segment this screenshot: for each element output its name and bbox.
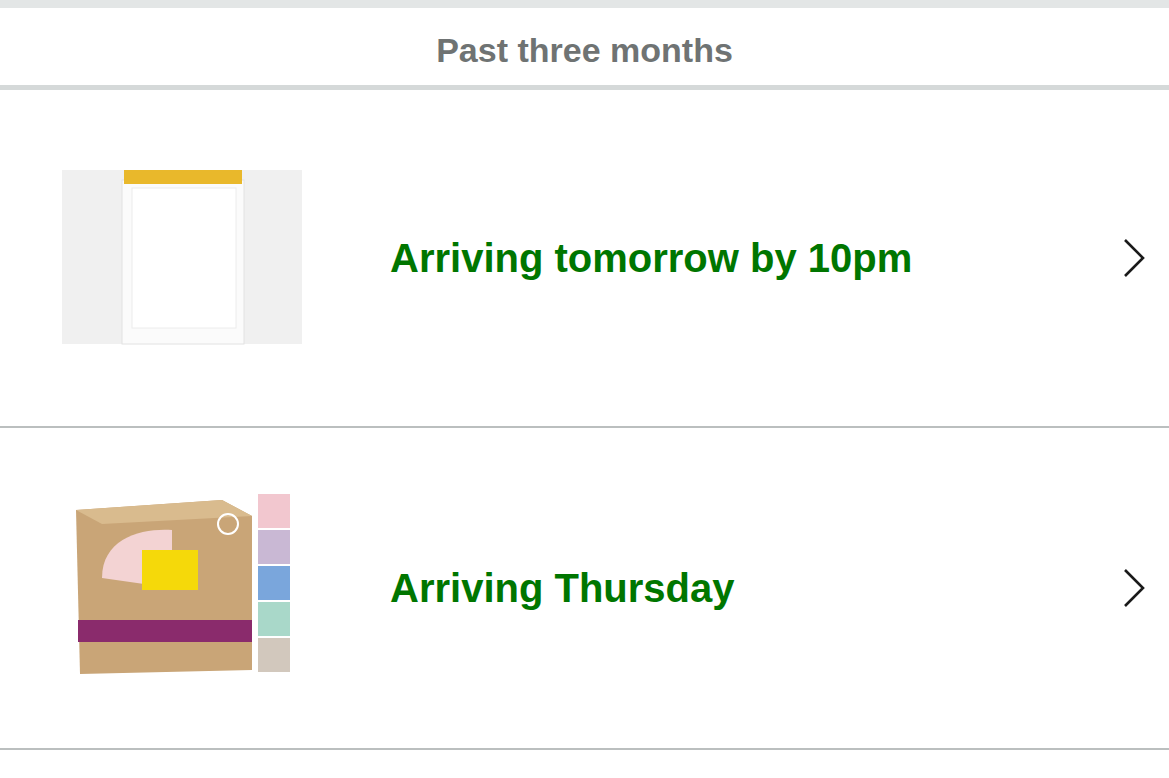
sticky-notes-image[interactable] — [62, 468, 302, 708]
section-header: Past three months — [0, 8, 1169, 90]
chevron-right-icon[interactable] — [1119, 566, 1149, 610]
order-row[interactable]: Arriving tomorrow by 10pm — [0, 90, 1169, 428]
order-row[interactable]: Arriving Thursday — [0, 428, 1169, 750]
top-strip — [0, 0, 1169, 8]
chevron-right-icon[interactable] — [1119, 236, 1149, 280]
easel-pad-image[interactable] — [62, 138, 302, 378]
delivery-status[interactable]: Arriving tomorrow by 10pm — [390, 234, 1119, 282]
delivery-status[interactable]: Arriving Thursday — [390, 564, 1119, 612]
